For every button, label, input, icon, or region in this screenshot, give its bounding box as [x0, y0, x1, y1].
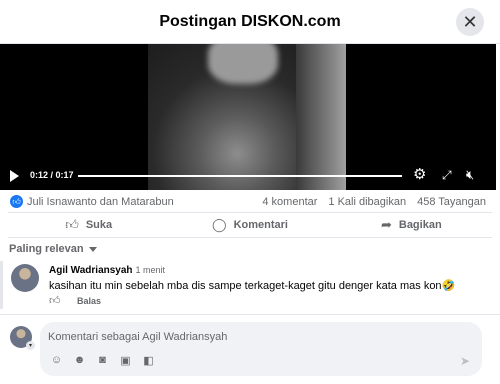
stats-counts: 4 komentar 1 Kali dibagikan 458 Tayangan — [262, 196, 486, 208]
like-label: Suka — [85, 219, 113, 231]
comment-timestamp[interactable]: · 1 menit — [130, 265, 165, 275]
close-icon: ✕ — [462, 11, 478, 32]
play-icon[interactable] — [10, 170, 19, 182]
comment-sort-dropdown[interactable]: Paling relevan — [9, 243, 97, 255]
like-button[interactable]: 👍︎ Suka — [8, 217, 169, 233]
modal-title: Postingan DISKON.com — [159, 12, 341, 30]
avatar-sticker-icon[interactable]: ☺ — [50, 354, 63, 367]
reactors-text[interactable]: Juli Isnawanto dan Matarabun — [27, 196, 174, 208]
composer-tools: ☺ ☻ ◙ ▣ ◧ — [50, 354, 155, 367]
camera-icon[interactable]: ◙ — [96, 354, 109, 367]
divider — [0, 314, 500, 315]
share-label: Bagikan — [398, 219, 442, 231]
comment-like-icon[interactable]: 👍︎ — [49, 294, 61, 307]
reply-button[interactable]: Balas — [77, 296, 101, 306]
view-count: 458 Tayangan — [417, 196, 486, 208]
settings-gear-icon[interactable]: ⚙ — [413, 166, 426, 184]
thumbs-up-icon: 👍︎ — [65, 217, 79, 232]
close-button[interactable]: ✕ — [456, 8, 484, 36]
video-player[interactable]: 0:12 / 0:17 ⚙ ⤢ 🔇︎ — [0, 44, 496, 190]
post-modal: Postingan DISKON.com ✕ 0:12 / 0:17 ⚙ ⤢ 🔇… — [0, 0, 500, 384]
comment-composer: ☺ ☻ ◙ ▣ ◧ ➤ — [40, 322, 482, 376]
video-progress-bar[interactable] — [78, 175, 402, 177]
share-arrow-icon: ➦ — [380, 217, 392, 232]
emoji-icon[interactable]: ☻ — [73, 354, 86, 367]
share-button[interactable]: ➦ Bagikan — [331, 217, 492, 233]
post-stats: 👍︎ Juli Isnawanto dan Matarabun 4 koment… — [0, 194, 500, 210]
sticker-icon[interactable]: ◧ — [142, 354, 155, 367]
video-subject — [208, 44, 278, 84]
chevron-down-icon: ▾ — [26, 341, 35, 350]
comment-label: Komentari — [233, 219, 288, 231]
gif-icon[interactable]: ▣ — [119, 354, 132, 367]
speech-bubble-icon: ◯ — [212, 217, 227, 232]
commenter-name[interactable]: Agil Wadriansyah — [49, 265, 133, 276]
post-actions: 👍︎ Suka ◯ Komentari ➦ Bagikan — [8, 212, 492, 238]
send-icon[interactable]: ➤ — [460, 354, 470, 368]
comment-item: Agil Wadriansyah · 1 menit kasihan itu m… — [0, 261, 496, 309]
modal-header: Postingan DISKON.com ✕ — [0, 0, 500, 44]
fullscreen-icon[interactable]: ⤢ — [442, 168, 452, 183]
composer-avatar[interactable]: ▾ — [10, 326, 35, 350]
commenter-avatar[interactable] — [11, 264, 39, 292]
muted-speaker-icon[interactable]: 🔇︎ — [466, 167, 474, 183]
comment-count[interactable]: 4 komentar — [262, 196, 317, 208]
video-time: 0:12 / 0:17 — [30, 170, 74, 180]
share-count[interactable]: 1 Kali dibagikan — [328, 196, 406, 208]
like-reaction-icon: 👍︎ — [10, 195, 23, 208]
caret-down-icon — [88, 246, 97, 252]
comment-text: kasihan itu min sebelah mba dis sampe te… — [49, 280, 456, 292]
comment-input[interactable] — [48, 329, 468, 345]
comment-button[interactable]: ◯ Komentari — [169, 217, 330, 233]
sort-label: Paling relevan — [9, 243, 84, 255]
video-controls: 0:12 / 0:17 ⚙ ⤢ 🔇︎ — [0, 162, 496, 190]
